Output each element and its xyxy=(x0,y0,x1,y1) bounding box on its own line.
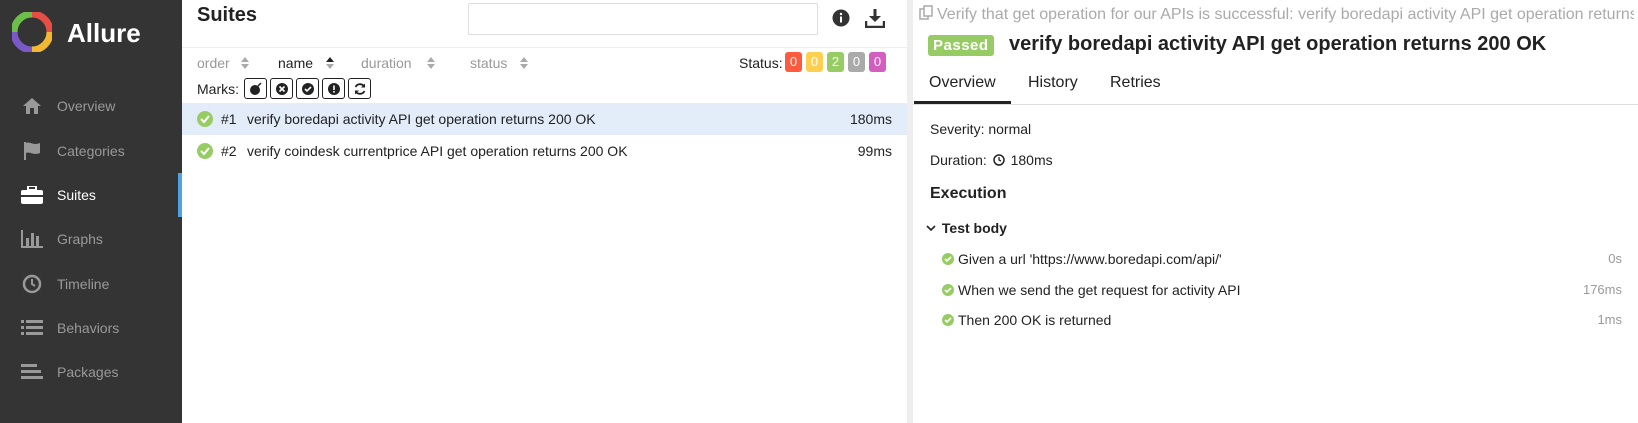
sidebar-item-graphs[interactable]: Graphs xyxy=(0,217,182,261)
duration-label: Duration: xyxy=(930,152,987,168)
search-input[interactable] xyxy=(468,3,818,35)
bar-chart-icon xyxy=(20,227,44,251)
sidebar-item-label: Suites xyxy=(57,187,96,203)
status-unknown-badge[interactable]: 0 xyxy=(869,52,886,72)
step-name: Then 200 OK is returned xyxy=(958,312,1112,328)
breadcrumb-text: Verify that get operation for our APIs i… xyxy=(937,6,1634,23)
tab-retries[interactable]: Retries xyxy=(1110,74,1161,92)
briefcase-icon xyxy=(20,183,44,207)
bomb-icon xyxy=(249,81,262,95)
list-icon xyxy=(20,316,44,340)
test-name: verify coindesk currentprice API get ope… xyxy=(247,143,628,159)
sort-order[interactable]: order xyxy=(197,55,249,71)
execution-title: Execution xyxy=(930,185,1007,202)
clock-icon xyxy=(20,272,44,296)
sort-status[interactable]: status xyxy=(470,55,528,71)
sort-name[interactable]: name xyxy=(278,55,334,71)
marks-label: Marks: xyxy=(197,81,239,97)
clock-icon xyxy=(992,154,1005,166)
exclamation-circle-icon xyxy=(327,82,340,95)
breadcrumb[interactable]: Verify that get operation for our APIs i… xyxy=(919,5,1634,24)
step-duration: 0s xyxy=(1608,251,1622,266)
page-title: Suites xyxy=(197,4,258,26)
download-icon[interactable] xyxy=(864,8,886,31)
refresh-icon xyxy=(354,82,365,95)
test-row[interactable]: #1 verify boredapi activity API get oper… xyxy=(182,103,907,135)
passed-check-icon xyxy=(942,253,954,265)
test-duration: 180ms xyxy=(849,111,892,127)
sidebar-item-label: Graphs xyxy=(57,231,103,247)
sort-icon xyxy=(427,57,435,69)
passed-check-icon xyxy=(197,111,213,127)
tab-history[interactable]: History xyxy=(1028,74,1078,92)
passed-check-icon xyxy=(942,314,954,326)
sidebar-item-packages[interactable]: Packages xyxy=(0,350,182,394)
flag-icon xyxy=(20,139,44,163)
sort-icon xyxy=(520,57,528,69)
sidebar-item-categories[interactable]: Categories xyxy=(0,129,182,173)
sort-duration-label: duration xyxy=(361,55,412,71)
times-circle-icon xyxy=(275,82,288,95)
severity: Severity: normal xyxy=(930,121,1032,137)
status-passed-badge[interactable]: 2 xyxy=(827,52,844,72)
detail-tabs: Overview History Retries xyxy=(913,68,1638,105)
tab-overview[interactable]: Overview xyxy=(914,74,1011,104)
passed-check-icon xyxy=(197,143,213,159)
test-title: verify boredapi activity API get operati… xyxy=(1009,33,1547,55)
home-icon xyxy=(20,94,44,118)
info-icon[interactable] xyxy=(832,9,850,30)
sidebar-item-label: Packages xyxy=(57,364,119,380)
sidebar-item-label: Categories xyxy=(57,143,125,159)
mark-flaky-button[interactable] xyxy=(244,78,267,99)
sort-icon xyxy=(326,57,334,69)
sidebar-item-label: Timeline xyxy=(57,276,110,292)
allure-logo xyxy=(12,12,52,52)
step-name: When we send the get request for activit… xyxy=(958,282,1241,298)
check-circle-icon xyxy=(301,82,314,95)
brand[interactable]: Allure xyxy=(0,0,182,65)
step-duration: 1ms xyxy=(1597,312,1622,327)
sidebar-item-behaviors[interactable]: Behaviors xyxy=(0,306,182,350)
test-detail-pane: Verify that get operation for our APIs i… xyxy=(913,0,1638,423)
status-filter-label: Status: xyxy=(739,55,783,71)
passed-check-icon xyxy=(942,284,954,296)
step-name: Given a url 'https://www.boredapi.com/ap… xyxy=(958,251,1222,267)
mark-new-passed-button[interactable] xyxy=(296,78,319,99)
sidebar-item-timeline[interactable]: Timeline xyxy=(0,262,182,306)
test-body-toggle[interactable]: Test body xyxy=(926,220,1007,236)
test-body-label: Test body xyxy=(941,220,1007,236)
step-duration: 176ms xyxy=(1582,282,1622,297)
test-row[interactable]: #2 verify coindesk currentprice API get … xyxy=(182,135,907,167)
align-left-icon xyxy=(20,360,44,384)
chevron-down-icon xyxy=(926,225,936,232)
suites-pane: Suites order name duration status Status… xyxy=(182,0,907,423)
mark-new-failed-button[interactable] xyxy=(270,78,293,99)
test-name: verify boredapi activity API get operati… xyxy=(247,111,596,127)
test-number: #2 xyxy=(221,143,237,159)
test-duration: 99ms xyxy=(857,143,892,159)
sort-name-label: name xyxy=(278,55,314,71)
sort-status-label: status xyxy=(470,55,508,71)
copy-icon xyxy=(919,5,933,20)
sidebar-item-suites[interactable]: Suites xyxy=(0,173,182,217)
mark-new-broken-button[interactable] xyxy=(322,78,345,99)
test-number: #1 xyxy=(221,111,237,127)
sort-icon xyxy=(241,57,249,69)
duration-value: 180ms xyxy=(1010,152,1053,168)
sidebar-item-overview[interactable]: Overview xyxy=(0,84,182,128)
status-badge: Passed xyxy=(928,35,994,56)
status-failed-badge[interactable]: 0 xyxy=(785,52,802,72)
mark-retries-button[interactable] xyxy=(348,78,371,99)
sort-order-label: order xyxy=(197,55,230,71)
sidebar: Allure Overview Categories Suites Graphs… xyxy=(0,0,182,423)
duration: Duration: 180ms xyxy=(930,152,1053,168)
sidebar-item-label: Overview xyxy=(57,98,116,114)
sort-bar: order name duration status Status: 0 0 2… xyxy=(182,47,907,77)
status-skipped-badge[interactable]: 0 xyxy=(848,52,865,72)
sort-duration[interactable]: duration xyxy=(361,55,435,71)
sidebar-item-label: Behaviors xyxy=(57,320,120,336)
status-broken-badge[interactable]: 0 xyxy=(806,52,823,72)
brand-name: Allure xyxy=(67,18,141,48)
